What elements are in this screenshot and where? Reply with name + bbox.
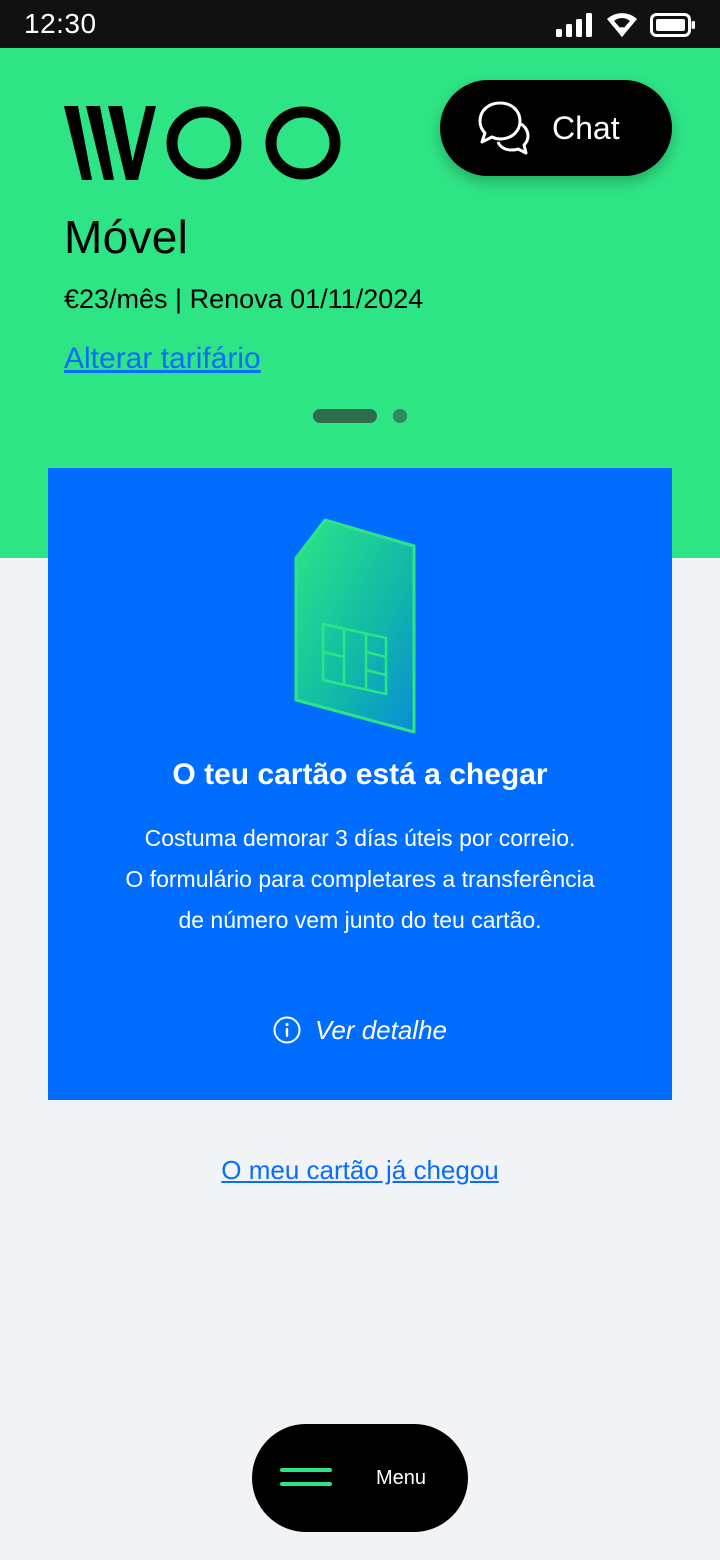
card-title: O teu cartão está a chegar — [172, 758, 548, 791]
card-description-line: O formulário para completares a transfer… — [125, 866, 595, 892]
woo-logo — [64, 106, 341, 180]
pager-indicator-active[interactable] — [313, 409, 377, 423]
chat-label: Chat — [552, 110, 620, 146]
wifi-icon — [607, 13, 637, 37]
card-description-line: Costuma demorar 3 días úteis por correio… — [144, 825, 576, 851]
info-icon — [273, 1016, 301, 1044]
battery-icon — [650, 13, 695, 37]
status-time: 12:30 — [24, 8, 97, 39]
status-icons — [556, 10, 696, 40]
chat-button[interactable]: Chat — [440, 80, 672, 176]
menu-label: Menu — [376, 1467, 427, 1489]
menu-button[interactable]: Menu — [252, 1424, 468, 1532]
plan-title: Móvel — [64, 211, 189, 263]
view-details-label: Ver detalhe — [314, 1014, 448, 1045]
plan-price-renewal: €23/mês | Renova 01/11/2024 — [64, 284, 424, 314]
pager-indicator[interactable] — [393, 409, 407, 423]
chat-bubbles-icon — [478, 101, 530, 155]
status-bar: 12:30 — [0, 0, 720, 48]
view-details-link[interactable]: Ver detalhe — [48, 1010, 672, 1050]
change-plan-link[interactable]: Alterar tarifário — [64, 342, 261, 376]
carousel-pager — [313, 409, 407, 423]
sim-status-card: O teu cartão está a chegar Costuma demor… — [48, 468, 672, 1100]
hamburger-icon — [280, 1468, 332, 1488]
signal-icon — [556, 13, 592, 37]
card-arrived-link[interactable]: O meu cartão já chegou — [0, 1155, 720, 1186]
sim-card-icon — [294, 518, 416, 734]
card-description-line: de número vem junto do teu cartão. — [178, 907, 542, 933]
card-description: Costuma demorar 3 días úteis por correio… — [88, 818, 632, 941]
